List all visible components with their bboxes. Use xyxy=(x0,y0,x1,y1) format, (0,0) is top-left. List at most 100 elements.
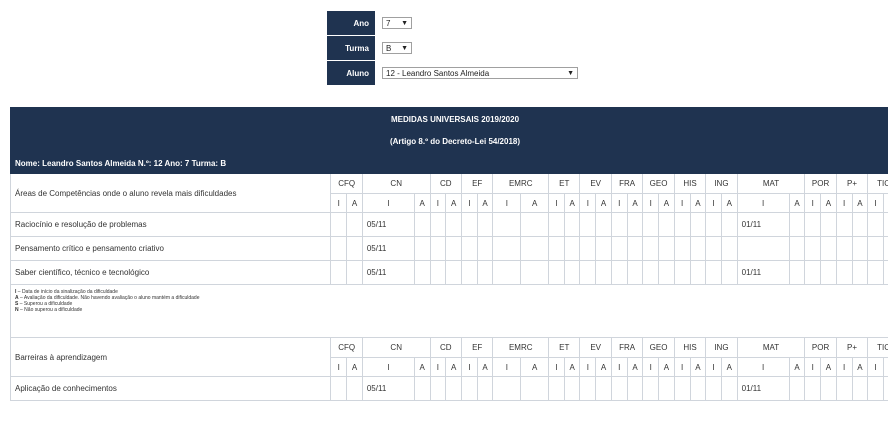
sub-header-a: A xyxy=(689,193,707,213)
section-competencias-title: Áreas de Competências onde o aluno revel… xyxy=(9,173,332,213)
cell-i xyxy=(835,260,853,285)
cell-i xyxy=(429,212,447,237)
sub-header-i: I xyxy=(579,357,597,377)
cell-a xyxy=(346,260,363,285)
chevron-down-icon: ▼ xyxy=(567,70,574,77)
sub-header-i: I xyxy=(804,193,822,213)
table-title: MEDIDAS UNIVERSAIS 2019/2020 xyxy=(10,107,888,131)
cell-a xyxy=(689,260,707,285)
cell-a xyxy=(595,236,612,261)
sub-header-i: I xyxy=(429,357,447,377)
cell-i xyxy=(461,212,478,237)
cell-a xyxy=(445,260,462,285)
cell-a xyxy=(445,212,462,237)
sub-header-i: I xyxy=(835,357,853,377)
sub-header-i: I xyxy=(804,357,822,377)
sub-header-a: A xyxy=(882,357,888,377)
subject-header: EV xyxy=(579,337,612,358)
cell-a xyxy=(520,236,550,261)
sub-header-a: A xyxy=(595,193,612,213)
turma-select[interactable]: B ▼ xyxy=(382,42,412,54)
sub-header-a: A xyxy=(476,193,494,213)
cell-i xyxy=(804,236,822,261)
cell-a xyxy=(882,376,888,401)
cell-i xyxy=(835,236,853,261)
cell-i xyxy=(673,212,691,237)
cell-i xyxy=(705,260,722,285)
cell-i xyxy=(429,236,447,261)
subject-header: TIC xyxy=(867,337,888,358)
sub-header-a: A xyxy=(563,193,581,213)
chevron-down-icon: ▼ xyxy=(401,45,408,52)
sub-header-i: I xyxy=(461,357,478,377)
aluno-select[interactable]: 12 - Leandro Santos Almeida ▼ xyxy=(382,67,578,79)
sub-header-a: A xyxy=(413,357,431,377)
sub-header-a: A xyxy=(626,357,644,377)
table-subtitle: (Artigo 8.º do Decreto-Lei 54/2018) xyxy=(10,130,888,153)
subject-header: P+ xyxy=(835,173,869,194)
subject-header: POR xyxy=(804,337,837,358)
cell-i xyxy=(330,376,348,401)
cell-a xyxy=(851,212,869,237)
subject-header: CD xyxy=(429,337,463,358)
filter-panel: Ano 7 ▼ Turma B ▼ Aluno 12 - Leandro Santo… xyxy=(326,10,582,86)
cell-a xyxy=(413,212,431,237)
cell-a xyxy=(445,376,462,401)
sub-header-i: I xyxy=(705,193,722,213)
cell-a xyxy=(563,260,581,285)
cell-a xyxy=(720,260,738,285)
sub-header-i: I xyxy=(867,193,884,213)
sub-header-a: A xyxy=(720,193,738,213)
sub-header-i: I xyxy=(579,193,597,213)
ano-select[interactable]: 7 ▼ xyxy=(382,17,412,29)
cell-a xyxy=(346,212,363,237)
sub-header-i: I xyxy=(642,193,660,213)
cell-i: 01/11 xyxy=(736,376,790,401)
cell-a xyxy=(788,260,806,285)
sub-header-a: A xyxy=(626,193,644,213)
subject-header: ET xyxy=(548,173,581,194)
subject-header: P+ xyxy=(835,337,869,358)
cell-i xyxy=(867,260,884,285)
row-label: Aplicação de conhecimentos xyxy=(9,376,332,401)
cell-a xyxy=(626,212,644,237)
subject-header: ING xyxy=(705,173,738,194)
sub-header-a: A xyxy=(346,193,363,213)
sub-header-i: I xyxy=(492,357,522,377)
aluno-label: Aluno xyxy=(326,60,376,86)
cell-i xyxy=(492,376,522,401)
cell-a xyxy=(689,376,707,401)
cell-a xyxy=(689,236,707,261)
sub-header-i: I xyxy=(736,193,790,213)
sub-header-a: A xyxy=(720,357,738,377)
sub-header-a: A xyxy=(788,357,806,377)
cell-i xyxy=(867,236,884,261)
cell-i xyxy=(492,236,522,261)
chevron-down-icon: ▼ xyxy=(401,20,408,27)
sub-header-i: I xyxy=(492,193,522,213)
cell-i xyxy=(330,236,348,261)
cell-i xyxy=(548,212,565,237)
subject-header: FRA xyxy=(610,337,644,358)
cell-i: 05/11 xyxy=(361,212,415,237)
cell-i xyxy=(610,236,628,261)
cell-a xyxy=(445,236,462,261)
cell-i xyxy=(461,260,478,285)
cell-a xyxy=(788,212,806,237)
sub-header-i: I xyxy=(330,193,348,213)
subject-header: GEO xyxy=(642,337,675,358)
cell-i xyxy=(461,376,478,401)
subject-header: CN xyxy=(361,173,431,194)
cell-a xyxy=(563,236,581,261)
sub-header-a: A xyxy=(563,357,581,377)
cell-a xyxy=(882,236,888,261)
measures-table: MEDIDAS UNIVERSAIS 2019/2020 (Artigo 8.º… xyxy=(9,107,888,401)
sub-header-i: I xyxy=(361,193,415,213)
cell-i xyxy=(867,212,884,237)
legend: I – Data de início da sinalização da dif… xyxy=(10,284,888,338)
cell-i xyxy=(548,376,565,401)
cell-a xyxy=(626,236,644,261)
sub-header-i: I xyxy=(461,193,478,213)
cell-a xyxy=(882,212,888,237)
sub-header-i: I xyxy=(673,193,691,213)
